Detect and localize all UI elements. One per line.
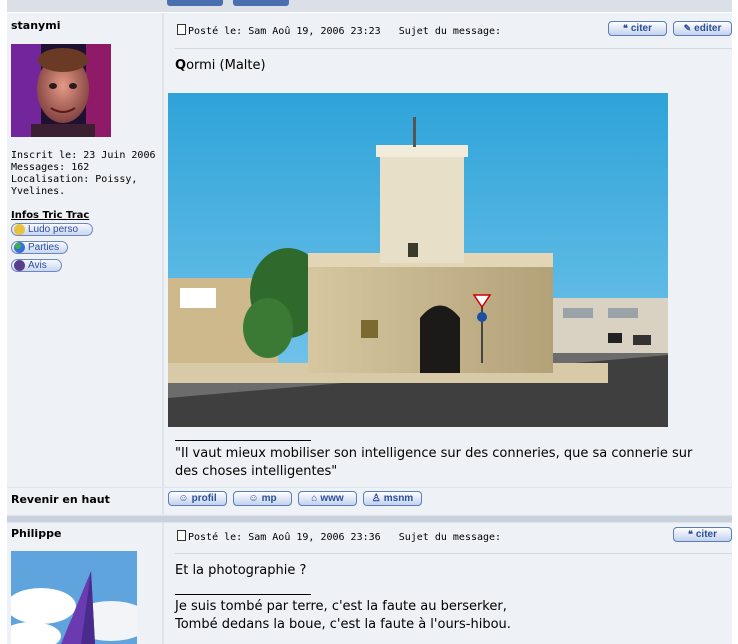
post2-author-panel: Philippe <box>7 523 162 644</box>
ludo-icon <box>14 224 25 235</box>
avis-label: Avis <box>28 260 47 271</box>
post1-divider <box>175 48 732 49</box>
post1-meta: Posté le: Sam Aoû 19, 2006 23:23 Sujet d… <box>177 24 501 37</box>
top-toolbar <box>7 0 732 13</box>
post-doc-icon <box>177 24 186 35</box>
post1-edit-label: editer <box>694 23 722 34</box>
post1-photo[interactable] <box>168 93 668 427</box>
profile-button[interactable]: ☺ profil <box>168 491 227 506</box>
post1-title-initial: Q <box>175 58 187 73</box>
post1-quote-button[interactable]: ❝ citer <box>608 21 667 36</box>
ludo-perso-link[interactable]: Ludo perso <box>11 223 93 236</box>
post1-date: Posté le: Sam Aoû 19, 2006 23:23 <box>188 26 381 37</box>
post1-avatar <box>11 44 111 137</box>
post2-username[interactable]: Philippe <box>11 527 61 540</box>
post1-quote-label: citer <box>630 23 652 34</box>
post1-author-panel: stanymi Inscrit le: 23 Juin 2006 Message… <box>7 13 162 487</box>
parties-label: Parties <box>28 242 60 253</box>
post2-avatar <box>11 551 137 644</box>
post2-quote-button[interactable]: ❝ citer <box>673 527 732 542</box>
parties-icon <box>14 242 25 253</box>
post1-location: Localisation: Poissy, Yvelines. <box>11 174 138 197</box>
pm-button[interactable]: ☺ mp <box>233 491 292 506</box>
back-to-top-link[interactable]: Revenir en haut <box>11 493 110 506</box>
parties-link[interactable]: Parties <box>11 241 68 254</box>
post-doc-icon <box>177 530 186 541</box>
post1-infos-label[interactable]: Infos Tric Trac <box>11 210 89 221</box>
post1-subject-label: Sujet du message: <box>398 26 502 37</box>
profile-label: profil <box>191 493 217 504</box>
person-icon: ☺ <box>178 493 189 504</box>
edit-icon: ✎ <box>683 23 692 33</box>
msn-icon: ♙ <box>371 493 381 504</box>
post2-subject-label: Sujet du message: <box>398 532 502 543</box>
post2-divider <box>175 553 732 554</box>
pm-label: mp <box>261 493 277 504</box>
post1-title-rest: ormi (Malte) <box>186 58 266 73</box>
post1-joined: Inscrit le: 23 Juin 2006 <box>11 150 156 161</box>
ludo-perso-label: Ludo perso <box>28 224 79 235</box>
post1-title: Qormi (Malte) <box>175 57 266 75</box>
post1-messages: Messages: 162 <box>11 162 90 173</box>
house-icon: ⌂ <box>311 493 318 504</box>
post1-edit-button[interactable]: ✎ editer <box>673 21 732 36</box>
avis-icon <box>14 260 25 271</box>
post1-signature: "Il vaut mieux mobiliser son intelligenc… <box>175 446 693 479</box>
msnm-label: msnm <box>383 493 414 504</box>
post2-signature-line2: Tombé dedans la boue, c'est la faute à l… <box>175 617 511 632</box>
www-label: www <box>320 493 344 504</box>
post2-quote-label: citer <box>695 529 717 540</box>
top-button-1[interactable] <box>167 0 223 6</box>
post1-username[interactable]: stanymi <box>11 19 60 32</box>
post2-signature-line <box>175 594 311 595</box>
avis-link[interactable]: Avis <box>11 259 62 272</box>
top-button-2[interactable] <box>233 0 289 6</box>
forum-thread: stanymi Inscrit le: 23 Juin 2006 Message… <box>7 0 732 644</box>
www-button[interactable]: ⌂ www <box>298 491 357 506</box>
post-separator <box>7 516 732 522</box>
msnm-button[interactable]: ♙ msnm <box>363 491 422 506</box>
post1-signature-line <box>175 440 311 441</box>
pm-icon: ☺ <box>248 493 259 504</box>
post2-meta: Posté le: Sam Aoû 19, 2006 23:36 Sujet d… <box>177 530 501 543</box>
post2-signature-line1: Je suis tombé par terre, c'est la faute … <box>175 599 507 614</box>
post2-date: Posté le: Sam Aoû 19, 2006 23:36 <box>188 532 381 543</box>
quote-icon: ❝ <box>623 23 628 33</box>
quote-icon: ❝ <box>688 529 693 539</box>
post2-body: Et la photographie ? <box>175 563 307 578</box>
